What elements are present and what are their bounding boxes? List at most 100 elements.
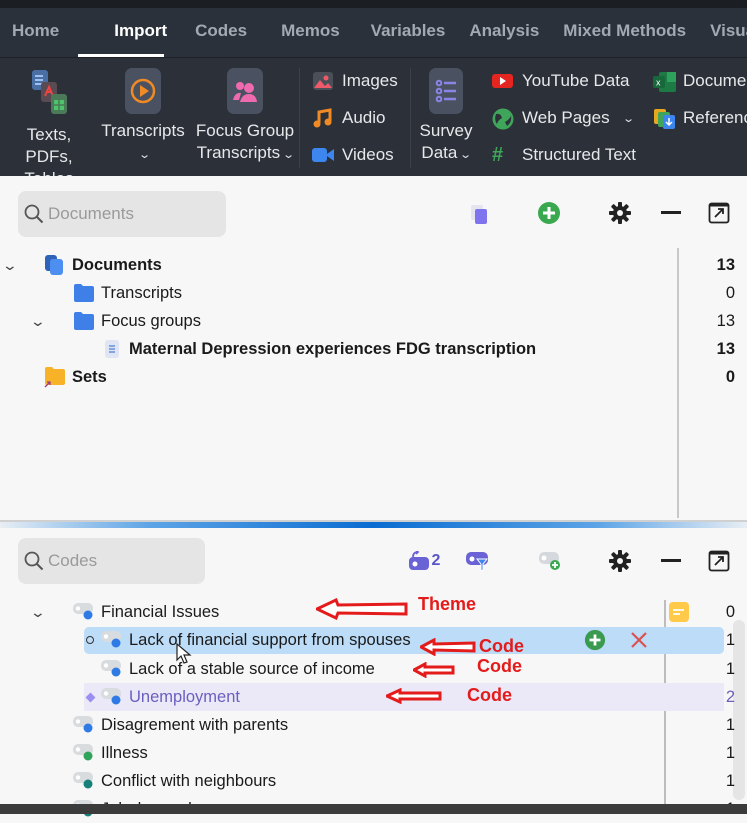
tab-analysis[interactable]: Analysis (445, 8, 539, 57)
documents-search-input[interactable]: Documents (18, 191, 226, 237)
tree-row-documents[interactable]: ⌄ Documents 13 (0, 251, 747, 279)
settings-gear-icon[interactable] (607, 200, 633, 226)
code-tag-icon (101, 631, 121, 648)
bottom-taskbar-edge (0, 804, 747, 814)
code-row-illness[interactable]: Illness 1 (0, 739, 747, 767)
search-icon (24, 551, 44, 571)
panel-splitter[interactable] (0, 520, 747, 528)
music-note-icon (312, 108, 334, 128)
folder-icon (74, 284, 94, 302)
import-excel-documents-button[interactable]: x Documents (653, 68, 747, 94)
chevron-down-icon[interactable]: ⌄ (30, 313, 46, 330)
settings-gear-icon[interactable] (607, 548, 633, 574)
code-row-disagreement-parents[interactable]: Disagrement with parents 1 (0, 711, 747, 739)
chevron-down-icon: ⌄ (459, 149, 473, 161)
import-ribbon: Texts, PDFs, Tables Transcripts ⌄ Focus … (0, 57, 747, 188)
tab-visual[interactable]: Visual (686, 8, 747, 57)
tab-home[interactable]: Home (0, 8, 59, 57)
codes-search-input[interactable]: Codes (18, 538, 205, 584)
tree-row-document[interactable]: Maternal Depression experiences FDG tran… (0, 335, 747, 363)
code-row-conflict-neighbours[interactable]: Conflict with neighbours 1 (0, 767, 747, 795)
annotation-arrow-code-3 (386, 688, 442, 704)
references-icon (653, 108, 675, 129)
annotation-theme-label: Theme (418, 594, 477, 614)
activated-codes-button[interactable]: 2 (404, 548, 444, 574)
annotation-code-label-2: Code (477, 656, 522, 676)
tree-row-focus-groups[interactable]: ⌄ Focus groups 13 (0, 307, 747, 335)
status-circle-icon (86, 636, 94, 644)
add-document-button[interactable] (536, 200, 562, 226)
new-document-icon[interactable] (466, 201, 492, 227)
tab-import[interactable]: Import (59, 8, 167, 57)
activate-codes-icon (408, 551, 429, 570)
import-texts-pdfs-tables-button[interactable]: Texts, PDFs, Tables (4, 68, 94, 190)
activated-diamond-icon (85, 692, 96, 702)
hash-icon: # (492, 144, 504, 166)
transcript-play-icon (125, 68, 161, 114)
code-tag-icon (73, 716, 93, 733)
folder-icon (74, 312, 94, 330)
code-row-lack-financial-support[interactable]: Lack of financial support from spouses 1 (0, 626, 747, 654)
import-transcripts-button[interactable]: Transcripts ⌄ (100, 68, 186, 166)
tab-codes[interactable]: Codes (167, 8, 247, 57)
import-structured-text-button[interactable]: # Structured Text (492, 142, 636, 168)
tree-row-transcripts[interactable]: Transcripts 0 (0, 279, 747, 307)
video-camera-icon (312, 145, 334, 165)
tree-row-sets[interactable]: Sets 0 (0, 363, 747, 391)
ribbon-tabs: Home Import Codes Memos Variables Analys… (0, 8, 747, 57)
tab-memos[interactable]: Memos (247, 8, 340, 57)
code-tag-icon (73, 744, 93, 761)
add-subcode-button[interactable] (584, 629, 606, 651)
import-references-button[interactable]: References (653, 105, 747, 131)
import-survey-data-button[interactable]: Survey Data ⌄ (416, 68, 476, 166)
new-code-icon[interactable] (537, 548, 563, 574)
survey-list-icon (429, 68, 463, 114)
ribbon-separator (299, 68, 300, 168)
code-tag-icon (73, 603, 93, 620)
delete-code-button[interactable] (630, 631, 648, 649)
chevron-down-icon[interactable]: ⌄ (30, 604, 46, 621)
tab-variables[interactable]: Variables (340, 8, 446, 57)
text-document-icon (105, 340, 119, 358)
annotation-arrow-theme (316, 598, 408, 620)
annotation-arrow-code-1 (420, 638, 476, 656)
annotation-arrow-code-2 (413, 662, 455, 678)
documents-root-icon (45, 255, 63, 275)
code-filter-icon[interactable] (465, 548, 491, 574)
memo-icon[interactable] (668, 601, 690, 623)
sets-folder-icon (44, 367, 65, 388)
code-row-lack-stable-income[interactable]: Lack of a stable source of income 1 (0, 655, 747, 683)
image-icon (312, 71, 334, 91)
search-icon (24, 204, 44, 224)
texts-pdfs-tables-icon (27, 68, 71, 118)
minimize-icon[interactable] (658, 200, 684, 226)
code-tag-icon (101, 660, 121, 677)
code-tag-icon (101, 688, 121, 705)
mouse-cursor-icon (176, 643, 192, 664)
chevron-down-icon: ⌄ (138, 149, 152, 161)
import-videos-button[interactable]: Videos (312, 142, 394, 168)
undock-window-icon[interactable] (706, 200, 732, 226)
import-focus-group-button[interactable]: Focus Group Transcripts ⌄ (193, 68, 297, 166)
minimize-icon[interactable] (658, 548, 684, 574)
svg-text:x: x (656, 78, 661, 88)
annotation-code-label-3: Code (467, 685, 512, 705)
tab-mixed-methods[interactable]: Mixed Methods (539, 8, 686, 57)
import-youtube-data-button[interactable]: YouTube Data (492, 68, 629, 94)
youtube-icon (492, 71, 514, 91)
ribbon-separator (410, 68, 411, 168)
import-audio-button[interactable]: Audio (312, 105, 385, 131)
excel-icon: x (653, 71, 676, 92)
chevron-down-icon: ⌄ (282, 149, 296, 161)
code-tag-icon (73, 772, 93, 789)
undock-window-icon[interactable] (706, 548, 732, 574)
globe-icon (492, 108, 514, 130)
focus-group-icon (227, 68, 263, 114)
title-strip (0, 0, 747, 8)
document-system-panel: Documents ⌄ Documents 13 Transcripts 0 ⌄… (0, 176, 747, 520)
chevron-down-icon[interactable]: ⌄ (622, 112, 635, 125)
import-web-pages-button[interactable]: Web Pages ⌄ (492, 105, 635, 131)
code-row-unemployment[interactable]: Unemployment 2 (0, 683, 747, 711)
import-images-button[interactable]: Images (312, 68, 398, 94)
chevron-down-icon[interactable]: ⌄ (2, 257, 18, 274)
